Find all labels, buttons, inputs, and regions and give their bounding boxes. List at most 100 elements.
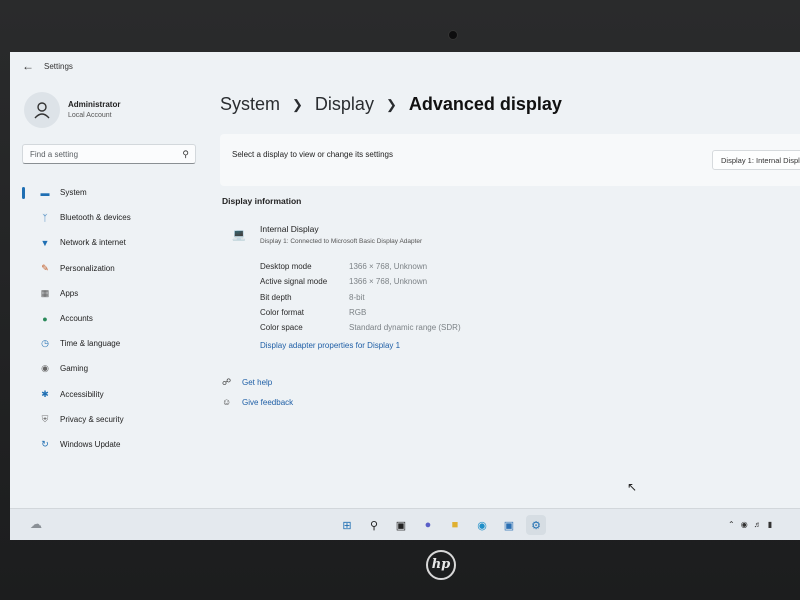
property-row: Bit depth 8-bit [260,293,580,308]
sidebar-nav: ▬ System ᛉ Bluetooth & devices ▼ Network… [20,180,200,457]
settings-window: ← Settings Administrator Local Account F… [10,52,800,540]
update-icon: ↻ [41,438,49,449]
chat-icon[interactable]: ● [418,515,438,535]
sidebar-item-label: Time & language [60,339,121,349]
avatar [24,92,60,128]
breadcrumb-display[interactable]: Display [315,94,374,115]
help-icon: ☍ [222,377,232,387]
title-bar: ← Settings [10,52,800,82]
sidebar-item-apps[interactable]: ▦ Apps [20,281,200,306]
property-row: Active signal mode 1366 × 768, Unknown [260,277,580,292]
breadcrumb: System ❯ Display ❯ Advanced display [220,94,562,115]
section-heading: Display information [222,196,302,206]
sidebar-item-label: Gaming [60,364,89,374]
bluetooth-icon: ᛉ [42,212,48,223]
sidebar-item-gaming[interactable]: ◉ Gaming [20,356,200,381]
store-icon[interactable]: ▣ [499,515,519,535]
taskbar: ☁ ⊞ ⚲ ▣ ● ■ ◉ ▣ ⚙ ⌃ ◉ ♬ ▮ [10,508,800,540]
weather-icon[interactable]: ☁ [30,517,42,531]
adapter-properties-link[interactable]: Display adapter properties for Display 1 [260,341,400,350]
file-explorer-icon[interactable]: ■ [445,515,465,535]
page-title: Advanced display [408,94,562,114]
wifi-icon: ▼ [40,237,50,248]
chevron-right-icon: ❯ [385,96,397,112]
monitor-icon: ▬ [40,187,50,198]
laptop-icon: 💻 [232,229,246,241]
shield-icon: ⛨ [41,413,49,424]
display-connection: Display 1: Connected to Microsoft Basic … [260,238,423,245]
gamepad-icon: ◉ [41,363,49,374]
globe-clock-icon: ◷ [41,338,49,349]
sidebar-item-time-language[interactable]: ◷ Time & language [20,331,200,356]
edge-icon[interactable]: ◉ [472,515,492,535]
sidebar-item-label: Accessibility [60,389,104,399]
property-label: Color format [260,307,305,317]
property-value: Standard dynamic range (SDR) [349,323,461,333]
get-help-label: Get help [242,378,273,387]
taskbar-icons: ⊞ ⚲ ▣ ● ■ ◉ ▣ ⚙ [337,515,553,535]
settings-icon[interactable]: ⚙ [526,515,546,535]
webcam [448,30,458,40]
feedback-icon: ☺ [222,397,232,407]
property-value: RGB [349,307,367,317]
task-view-icon[interactable]: ▣ [391,515,411,535]
battery-icon[interactable]: ▮ [768,520,772,529]
property-value: 1366 × 768, Unknown [349,277,428,287]
sidebar-item-label: System [60,188,87,198]
property-value: 8-bit [349,292,365,302]
sidebar-item-label: Apps [60,288,79,298]
property-label: Active signal mode [260,277,328,287]
property-label: Desktop mode [260,262,312,271]
display-select-card: Select a display to view or change its s… [220,134,800,186]
property-row: Color space Standard dynamic range (SDR) [260,323,580,338]
app-title: Settings [44,62,73,71]
give-feedback-link[interactable]: ☺ Give feedback [222,397,293,407]
get-help-link[interactable]: ☍ Get help [222,377,272,388]
chevron-right-icon: ❯ [292,96,303,112]
apps-icon: ▦ [40,287,50,298]
display-dropdown[interactable]: Display 1: Internal Display [712,150,800,170]
sidebar-item-bluetooth[interactable]: ᛉ Bluetooth & devices [20,205,200,230]
sidebar-item-accessibility[interactable]: ✱ Accessibility [20,382,200,407]
search-input[interactable]: Find a setting ⚲ [22,144,196,164]
mouse-cursor-icon: ↖ [627,480,638,494]
profile-subtitle: Local Account [68,112,112,119]
property-label: Color space [260,323,303,333]
sidebar-item-system[interactable]: ▬ System [20,180,200,205]
sidebar-item-privacy-security[interactable]: ⛨ Privacy & security [20,407,200,432]
display-select-label: Select a display to view or change its s… [232,150,393,159]
system-tray: ⌃ ◉ ♬ ▮ [728,520,778,529]
sidebar-item-label: Bluetooth & devices [60,213,131,223]
sidebar-item-label: Personalization [60,263,115,273]
sidebar-item-personalization[interactable]: ✎ Personalization [20,256,200,281]
back-arrow-icon[interactable]: ← [22,59,34,73]
give-feedback-label: Give feedback [242,397,294,407]
sidebar-item-label: Network & internet [60,238,126,248]
display-properties: Desktop mode 1366 × 768, Unknown Active … [260,262,580,338]
volume-icon[interactable]: ♬ [754,520,762,529]
sidebar-item-label: Accounts [60,314,93,324]
chevron-up-icon[interactable]: ⌃ [728,520,735,529]
sidebar-item-windows-update[interactable]: ↻ Windows Update [20,432,200,457]
sidebar-item-label: Windows Update [60,439,121,449]
display-name: Internal Display [260,224,319,234]
hp-logo: hp [426,550,456,580]
breadcrumb-system[interactable]: System [220,94,280,115]
search-placeholder: Find a setting [30,150,79,159]
laptop-bezel: hp ← Settings Administrator Local Accoun… [0,0,800,600]
search-icon[interactable]: ⚲ [364,515,384,535]
person-icon [34,102,50,119]
accessibility-icon: ✱ [41,388,49,399]
search-icon[interactable]: ⚲ [182,149,189,160]
windows-start-icon[interactable]: ⊞ [337,515,357,535]
active-indicator [22,187,25,199]
wifi-icon[interactable]: ◉ [741,520,748,529]
sidebar-item-accounts[interactable]: ● Accounts [20,306,200,331]
property-label: Bit depth [260,292,292,302]
person-icon: ● [42,313,48,324]
property-row: Color format RGB [260,308,580,323]
sidebar-item-network[interactable]: ▼ Network & internet [20,230,200,255]
profile-name: Administrator [68,100,121,109]
property-row: Desktop mode 1366 × 768, Unknown [260,262,580,277]
sidebar-item-label: Privacy & security [60,414,124,424]
